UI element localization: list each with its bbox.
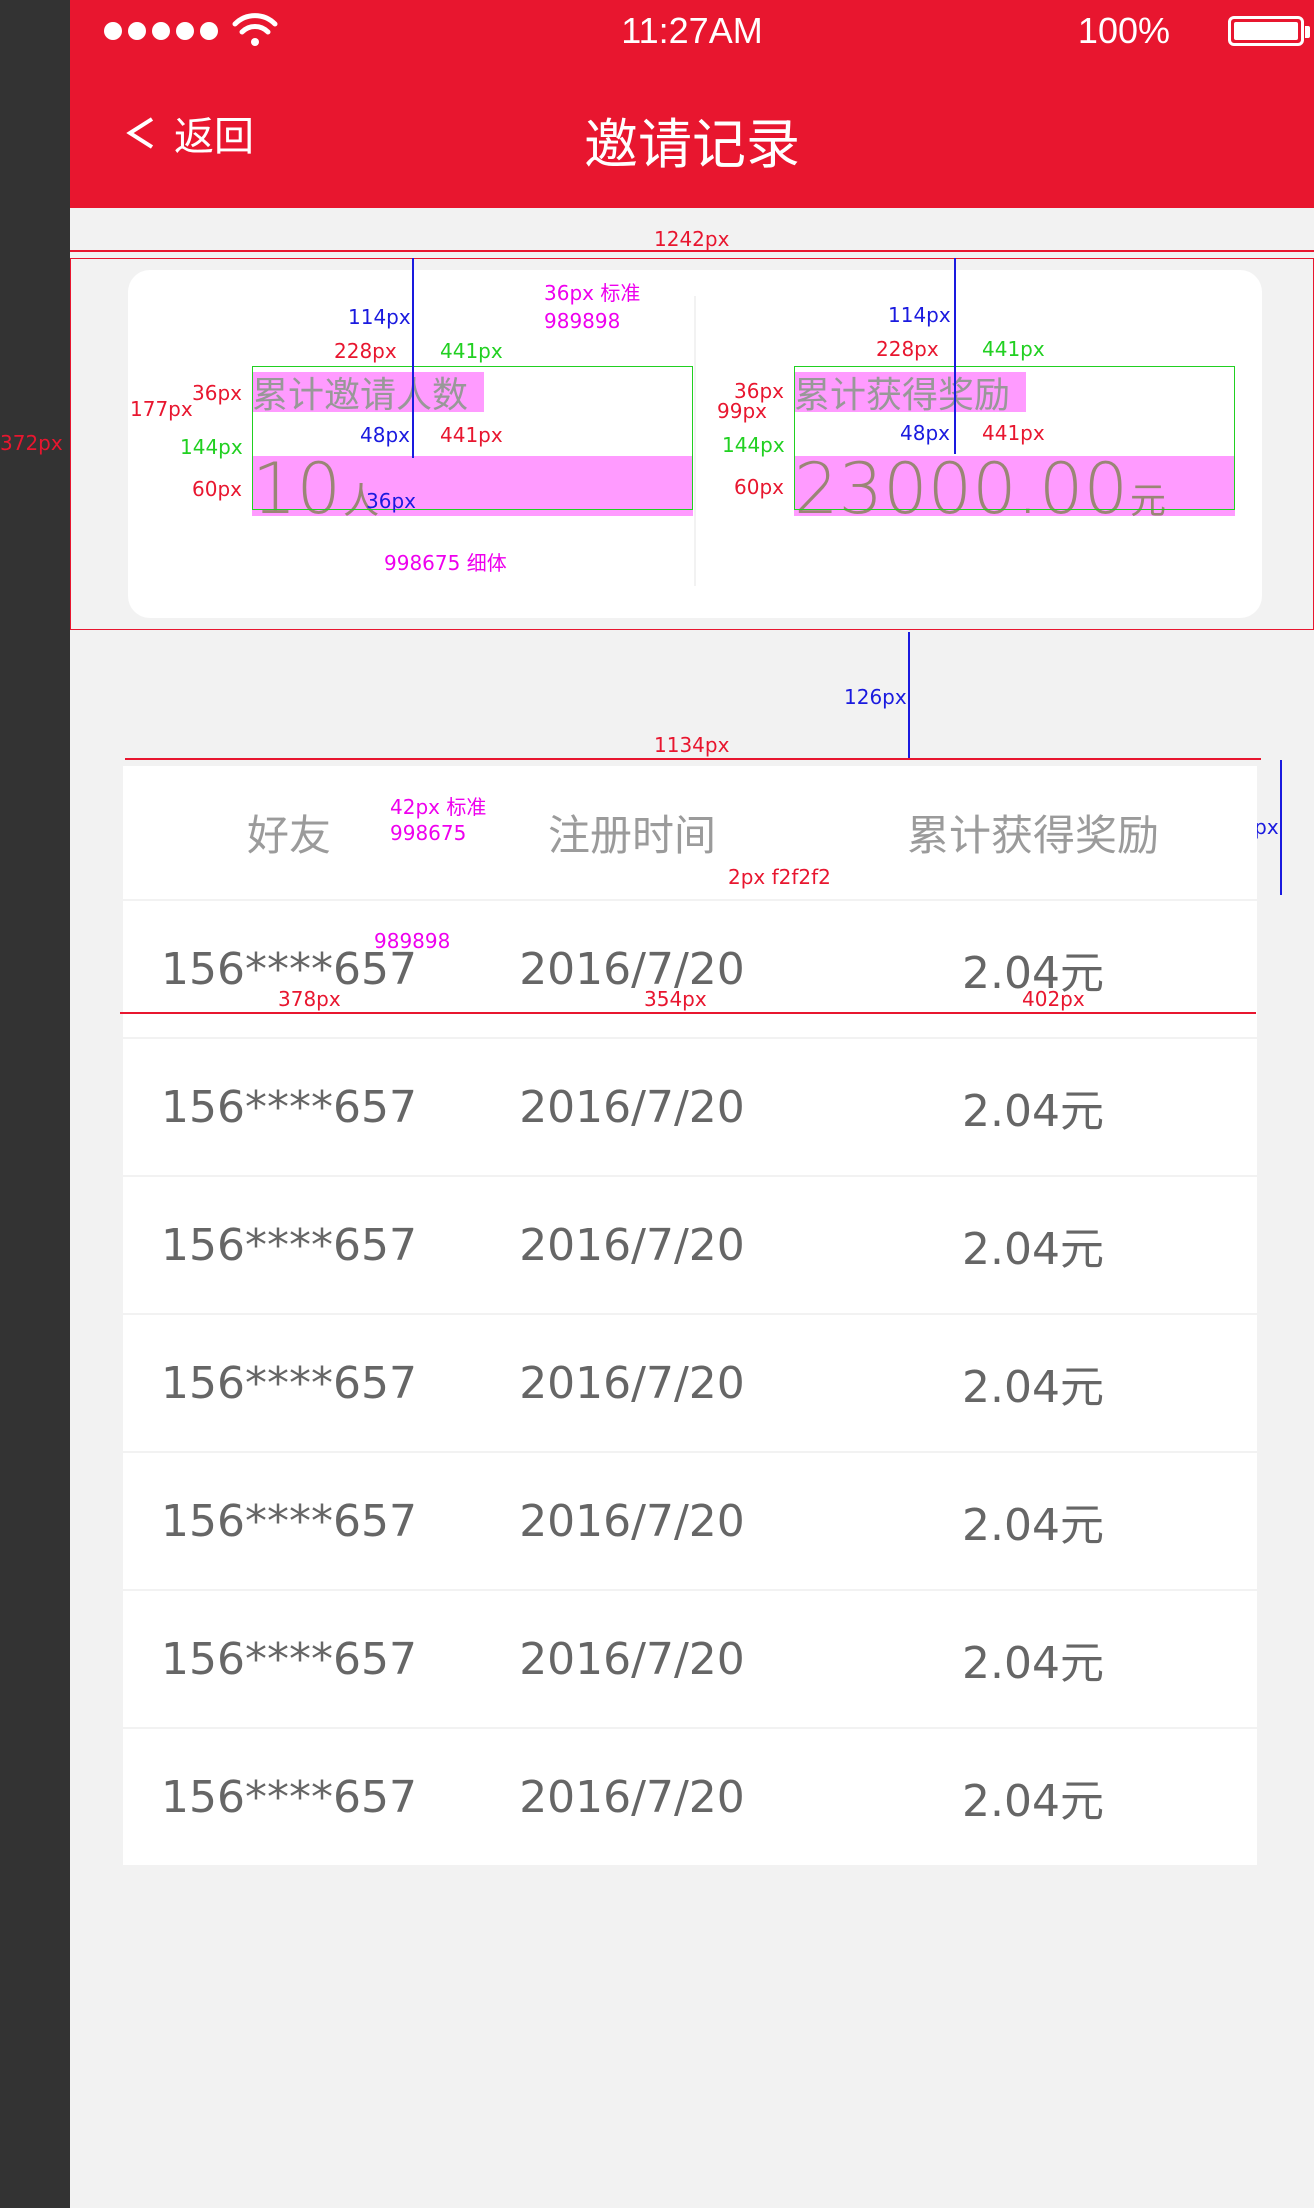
table-row: 156****657 2016/7/20 2.04元 [123, 1729, 1257, 1867]
spec-label: 48px [360, 423, 410, 447]
spec-label: 48px [900, 421, 950, 445]
table-header: 好友 注册时间 累计获得奖励 [123, 766, 1257, 901]
reward-amount: 2.04元 [962, 1638, 1104, 1689]
spec-label: 2px f2f2f2 [728, 865, 831, 889]
register-date: 2016/7/20 [519, 943, 745, 995]
spec-label: 144px [722, 433, 785, 457]
spec-label: 372px [0, 431, 63, 455]
table-row: 156****657 2016/7/20 2.04元 [123, 1039, 1257, 1177]
friend-phone: 156****657 [161, 1219, 417, 1271]
reward-amount: 2.04元 [962, 1086, 1104, 1137]
register-date: 2016/7/20 [519, 1219, 745, 1271]
spec-label: 60px [192, 477, 242, 501]
spec-line [120, 1012, 1256, 1014]
phone-screen: 11:27AM 100% 返回 邀请记录 1242px 累计邀请人数 10人 累… [0, 0, 1314, 2208]
spec-label: 36px 标准 [544, 281, 641, 305]
spec-label: 402px [1022, 987, 1085, 1011]
table-row: 156****657 2016/7/20 2.04元 [123, 1177, 1257, 1315]
friend-phone: 156****657 [161, 1495, 417, 1547]
reward-amount: 2.04元 [962, 1362, 1104, 1413]
spec-label: 1242px [654, 227, 730, 251]
left-frame-strip [0, 0, 70, 2208]
spec-label: 36px [192, 381, 242, 405]
spec-label: 441px [440, 423, 503, 447]
spec-line [125, 758, 1261, 760]
column-header-reward: 累计获得奖励 [906, 811, 1159, 860]
spec-label: 228px [876, 337, 939, 361]
spec-label: 989898 [374, 929, 451, 953]
friend-phone: 156****657 [161, 1081, 417, 1133]
register-date: 2016/7/20 [519, 1357, 745, 1409]
table-row: 156****657 2016/7/20 2.04元 [123, 901, 1257, 1039]
page-title: 邀请记录 [584, 113, 800, 176]
table-row: 156****657 2016/7/20 2.04元 [123, 1591, 1257, 1729]
spec-line [908, 632, 910, 758]
spec-label: 989898 [544, 309, 621, 333]
spec-line [954, 258, 956, 454]
spec-label: 114px [888, 303, 951, 327]
spec-label: 441px [440, 339, 503, 363]
register-date: 2016/7/20 [519, 1633, 745, 1685]
spec-label: 126px [844, 685, 907, 709]
spec-label: 1134px [654, 733, 730, 757]
table-row: 156****657 2016/7/20 2.04元 [123, 1315, 1257, 1453]
register-date: 2016/7/20 [519, 1495, 745, 1547]
spec-label: 441px [982, 421, 1045, 445]
spec-label: 36px [366, 489, 416, 513]
friend-phone: 156****657 [161, 1357, 417, 1409]
spec-label: 228px [334, 339, 397, 363]
spec-label: 998675 细体 [384, 551, 507, 575]
spec-label: 441px [982, 337, 1045, 361]
friend-phone: 156****657 [161, 1633, 417, 1685]
spec-label: 378px [278, 987, 341, 1011]
summary-card: 累计邀请人数 10人 累计获得奖励 23000.00元 [128, 270, 1262, 618]
spec-line [1280, 760, 1282, 895]
spec-label: 60px [734, 475, 784, 499]
app-header: 11:27AM 100% 返回 邀请记录 [70, 0, 1314, 208]
spec-label: 99px [717, 399, 767, 423]
battery-percent: 100% [1077, 10, 1170, 51]
invite-records-table: 好友 注册时间 累计获得奖励 156****657 2016/7/20 2.04… [123, 766, 1257, 1867]
reward-amount: 2.04元 [962, 948, 1104, 999]
status-bar: 11:27AM 100% [70, 0, 1314, 66]
friend-phone: 156****657 [161, 943, 417, 995]
spec-label: 177px [130, 397, 193, 421]
spec-label: 42px 标准 [390, 795, 487, 819]
spec-label: 114px [348, 305, 411, 329]
spec-label: 354px [644, 987, 707, 1011]
spec-label: 144px [180, 435, 243, 459]
reward-amount: 2.04元 [962, 1776, 1104, 1827]
battery-icon [1228, 16, 1310, 46]
reward-amount: 2.04元 [962, 1500, 1104, 1551]
spec-label: 998675 [390, 821, 467, 845]
register-date: 2016/7/20 [519, 1081, 745, 1133]
spec-label: 36px [734, 379, 784, 403]
table-row: 156****657 2016/7/20 2.04元 [123, 1453, 1257, 1591]
spec-line [412, 258, 414, 458]
register-date: 2016/7/20 [519, 1771, 745, 1823]
friend-phone: 156****657 [161, 1771, 417, 1823]
reward-amount: 2.04元 [962, 1224, 1104, 1275]
